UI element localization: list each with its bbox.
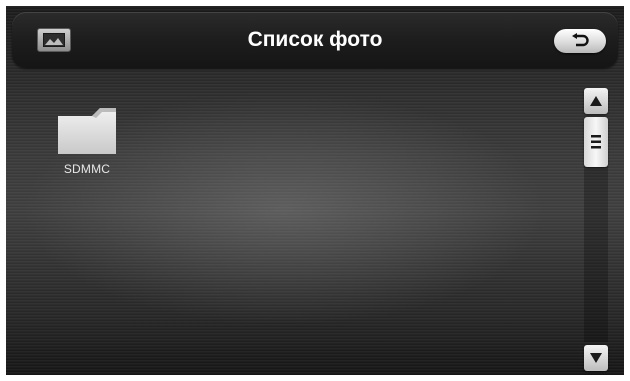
back-button[interactable] <box>554 29 606 53</box>
page-title: Список фото <box>247 28 383 51</box>
scrollbar-thumb[interactable] <box>584 117 608 167</box>
scroll-up-button[interactable] <box>584 88 608 114</box>
triangle-up-icon <box>590 96 602 106</box>
header-bar: Список фото <box>12 12 618 68</box>
folder-icon <box>58 108 116 154</box>
scroll-down-button[interactable] <box>584 345 608 371</box>
photo-list-screen: Список фото SDMMC <box>6 6 624 375</box>
back-arrow-icon <box>572 33 589 47</box>
folder-label: SDMMC <box>63 162 111 176</box>
triangle-down-icon <box>590 353 602 363</box>
grip-lines-icon <box>591 135 601 149</box>
folder-item[interactable]: SDMMC <box>54 106 120 196</box>
